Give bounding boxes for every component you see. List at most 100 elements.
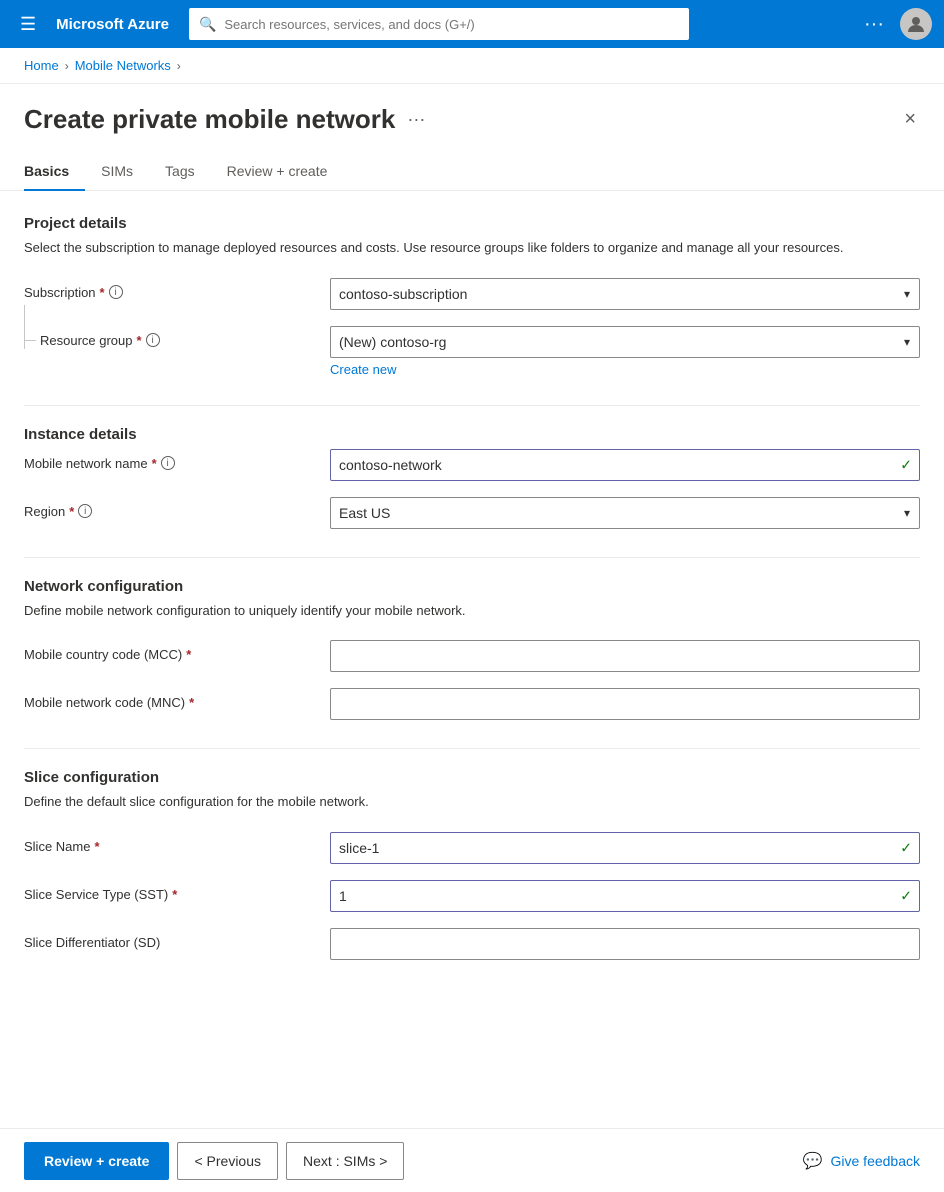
sst-control: ✓ (330, 880, 920, 912)
mnc-input[interactable] (330, 688, 920, 720)
slice-name-required: * (94, 839, 99, 854)
project-details-section: Project details Select the subscription … (24, 215, 920, 377)
sd-label-col: Slice Differentiator (SD) (24, 928, 314, 950)
give-feedback-container: 💬 Give feedback (803, 1151, 920, 1171)
subscription-control: contoso-subscription ▾ (330, 278, 920, 310)
mcc-required: * (186, 647, 191, 662)
main-container: Create private mobile network ··· × Basi… (0, 84, 944, 1190)
resource-group-row: Resource group * i (New) contoso-rg ▾ Cr… (24, 326, 920, 377)
network-name-input-wrapper: ✓ (330, 449, 920, 481)
region-select[interactable]: East US West US West Europe East Asia (330, 497, 920, 529)
project-details-title: Project details (24, 215, 920, 232)
mnc-label: Mobile network code (MNC) (24, 695, 185, 710)
top-navigation: ☰ Microsoft Azure 🔍 ··· (0, 0, 944, 48)
tab-sims[interactable]: SIMs (85, 155, 149, 191)
resource-group-select-wrapper: (New) contoso-rg ▾ (330, 326, 920, 358)
divider-1 (24, 405, 920, 406)
region-info-icon[interactable]: i (78, 504, 92, 518)
page-more-options-icon[interactable]: ··· (407, 109, 425, 130)
tab-basics[interactable]: Basics (24, 155, 85, 191)
search-bar[interactable]: 🔍 (189, 8, 689, 40)
next-button[interactable]: Next : SIMs > (286, 1142, 404, 1180)
sd-control (330, 928, 920, 960)
slice-name-input-wrapper: ✓ (330, 832, 920, 864)
sd-input[interactable] (330, 928, 920, 960)
sst-required: * (172, 887, 177, 902)
create-new-link[interactable]: Create new (330, 362, 396, 377)
subscription-label-col: Subscription * i (24, 278, 314, 300)
subscription-row: Subscription * i contoso-subscription ▾ (24, 278, 920, 310)
more-options-icon[interactable]: ··· (864, 13, 884, 36)
divider-3 (24, 748, 920, 749)
tab-bar: Basics SIMs Tags Review + create (0, 135, 944, 191)
slice-name-label-col: Slice Name * (24, 832, 314, 854)
hamburger-menu-icon[interactable]: ☰ (12, 6, 44, 43)
network-name-label-col: Mobile network name * i (24, 449, 314, 471)
resource-group-required: * (137, 333, 142, 348)
previous-button[interactable]: < Previous (177, 1142, 278, 1180)
slice-name-control: ✓ (330, 832, 920, 864)
sst-label: Slice Service Type (SST) (24, 887, 168, 902)
subscription-required: * (100, 285, 105, 300)
network-config-title: Network configuration (24, 578, 920, 595)
mcc-control (330, 640, 920, 672)
breadcrumb-mobile-networks[interactable]: Mobile Networks (75, 58, 171, 73)
form-content: Project details Select the subscription … (0, 191, 944, 1190)
network-name-control: ✓ (330, 449, 920, 481)
subscription-label: Subscription (24, 285, 96, 300)
breadcrumb: Home › Mobile Networks › (0, 48, 944, 84)
subscription-select-wrapper: contoso-subscription ▾ (330, 278, 920, 310)
network-name-required: * (152, 456, 157, 471)
resource-group-info-icon[interactable]: i (146, 333, 160, 347)
search-icon: 🔍 (199, 16, 216, 33)
user-avatar[interactable] (900, 8, 932, 40)
subscription-info-icon[interactable]: i (109, 285, 123, 299)
slice-name-label: Slice Name (24, 839, 90, 854)
mnc-required: * (189, 695, 194, 710)
azure-logo: Microsoft Azure (56, 16, 169, 33)
breadcrumb-home[interactable]: Home (24, 58, 59, 73)
resource-group-control: (New) contoso-rg ▾ Create new (330, 326, 920, 377)
region-row: Region * i East US West US West Europe E… (24, 497, 920, 529)
region-label: Region (24, 504, 65, 519)
search-input[interactable] (224, 17, 679, 32)
slice-config-title: Slice configuration (24, 769, 920, 786)
instance-details-title: Instance details (24, 426, 920, 443)
region-required: * (69, 504, 74, 519)
mnc-row: Mobile network code (MNC) * (24, 688, 920, 720)
breadcrumb-separator-1: › (65, 59, 69, 73)
slice-name-input[interactable] (330, 832, 920, 864)
mcc-row: Mobile country code (MCC) * (24, 640, 920, 672)
resource-group-select[interactable]: (New) contoso-rg (330, 326, 920, 358)
footer: Review + create < Previous Next : SIMs >… (0, 1128, 944, 1192)
subscription-select[interactable]: contoso-subscription (330, 278, 920, 310)
divider-2 (24, 557, 920, 558)
resource-group-label: Resource group (40, 333, 133, 348)
region-select-wrapper: East US West US West Europe East Asia ▾ (330, 497, 920, 529)
sst-check-icon: ✓ (900, 887, 912, 904)
network-config-section: Network configuration Define mobile netw… (24, 578, 920, 721)
slice-name-check-icon: ✓ (900, 839, 912, 856)
instance-details-section: Instance details Mobile network name * i… (24, 426, 920, 529)
mcc-label-col: Mobile country code (MCC) * (24, 640, 314, 662)
page-title: Create private mobile network (24, 104, 395, 135)
network-name-input[interactable] (330, 449, 920, 481)
resource-group-label-col: Resource group * i (24, 326, 314, 348)
sst-input[interactable] (330, 880, 920, 912)
mcc-label: Mobile country code (MCC) (24, 647, 182, 662)
page-header: Create private mobile network ··· × (0, 84, 944, 135)
close-button[interactable]: × (900, 104, 920, 135)
mcc-input[interactable] (330, 640, 920, 672)
sd-row: Slice Differentiator (SD) (24, 928, 920, 960)
give-feedback-label[interactable]: Give feedback (831, 1153, 921, 1169)
sst-label-col: Slice Service Type (SST) * (24, 880, 314, 902)
review-create-button[interactable]: Review + create (24, 1142, 169, 1180)
tab-tags[interactable]: Tags (149, 155, 211, 191)
network-name-info-icon[interactable]: i (161, 456, 175, 470)
mnc-control (330, 688, 920, 720)
sst-input-wrapper: ✓ (330, 880, 920, 912)
feedback-icon: 💬 (803, 1151, 823, 1171)
nav-right: ··· (864, 8, 932, 40)
tab-review-create[interactable]: Review + create (211, 155, 344, 191)
region-control: East US West US West Europe East Asia ▾ (330, 497, 920, 529)
